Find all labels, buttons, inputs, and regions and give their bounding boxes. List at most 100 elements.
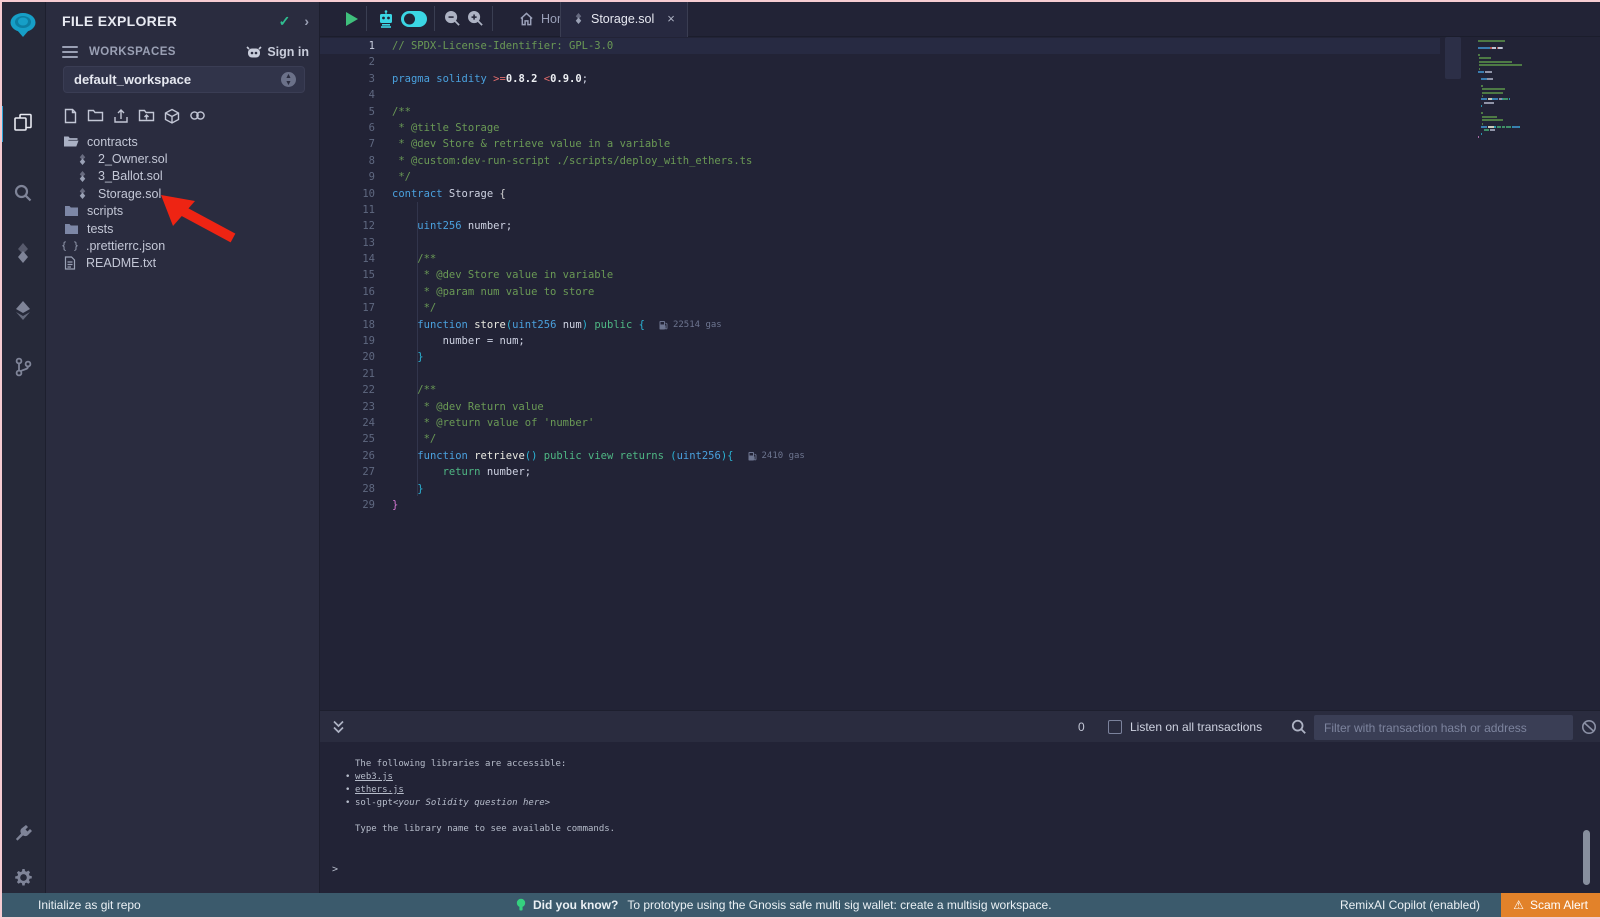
code-line-24[interactable]: 24 * @return value of 'number' xyxy=(320,415,1440,431)
tree-item-3-ballot-sol[interactable]: 3_Ballot.sol xyxy=(46,168,319,185)
code-line-2[interactable]: 2 xyxy=(320,54,1440,70)
tree-item--prettierrc-json[interactable]: { }.prettierrc.json xyxy=(46,237,319,254)
line-text: */ xyxy=(392,169,411,185)
line-text: } xyxy=(392,497,398,513)
code-line-18[interactable]: 18 function store(uint256 num) public {2… xyxy=(320,317,1440,333)
sidebar-item-search[interactable] xyxy=(0,176,46,210)
transaction-filter-input[interactable] xyxy=(1314,715,1573,740)
code-line-13[interactable]: 13 xyxy=(320,235,1440,251)
tree-item-2-owner-sol[interactable]: 2_Owner.sol xyxy=(46,150,319,167)
sidebar-item-settings[interactable] xyxy=(0,860,46,894)
file-icon xyxy=(62,256,78,270)
sidebar-item-file-explorer[interactable] xyxy=(0,106,46,140)
tab-storage-sol[interactable]: Storage.sol × xyxy=(560,0,688,37)
sign-in-label: Sign in xyxy=(267,45,309,59)
code-line-10[interactable]: 10contract Storage { xyxy=(320,186,1440,202)
listen-all-transactions-checkbox[interactable] xyxy=(1108,720,1122,734)
sidebar-item-git[interactable] xyxy=(0,350,46,384)
code-line-22[interactable]: 22 /** xyxy=(320,382,1440,398)
code-line-6[interactable]: 6 * @title Storage xyxy=(320,120,1440,136)
frame-border-left xyxy=(0,0,2,919)
code-line-28[interactable]: 28 } xyxy=(320,481,1440,497)
copilot-status[interactable]: RemixAI Copilot (enabled) xyxy=(1340,898,1480,912)
sidebar-item-plugin-manager[interactable] xyxy=(0,816,46,850)
line-number: 6 xyxy=(320,120,375,136)
code-line-23[interactable]: 23 * @dev Return value xyxy=(320,399,1440,415)
code-line-14[interactable]: 14 /** xyxy=(320,251,1440,267)
line-text: } xyxy=(392,481,424,497)
line-number: 1 xyxy=(320,38,375,54)
ai-assistant-button[interactable] xyxy=(376,0,396,37)
copilot-toggle[interactable] xyxy=(400,0,428,37)
run-script-button[interactable] xyxy=(342,0,360,37)
clear-console-button[interactable] xyxy=(1581,719,1597,740)
zoom-out-button[interactable] xyxy=(444,0,461,37)
scam-alert-button[interactable]: ⚠ Scam Alert xyxy=(1501,893,1600,917)
workspace-caret-icon: ▲▼ xyxy=(281,72,296,87)
tree-item-scripts[interactable]: scripts xyxy=(46,203,319,220)
line-text: * @custom:dev-run-script ./scripts/deplo… xyxy=(392,153,752,169)
remix-logo[interactable] xyxy=(0,8,46,42)
code-line-7[interactable]: 7 * @dev Store & retrieve value in a var… xyxy=(320,136,1440,152)
sidebar-item-deploy-run[interactable] xyxy=(0,293,46,327)
code-line-20[interactable]: 20 } xyxy=(320,349,1440,365)
zoom-in-button[interactable] xyxy=(467,0,484,37)
link-icon[interactable] xyxy=(189,108,206,126)
code-line-8[interactable]: 8 * @custom:dev-run-script ./scripts/dep… xyxy=(320,153,1440,169)
code-editor[interactable]: 1// SPDX-License-Identifier: GPL-3.023pr… xyxy=(320,37,1600,710)
terminal-scrollbar[interactable] xyxy=(1583,830,1590,885)
minimap[interactable] xyxy=(1478,40,1546,140)
terminal-collapse-button[interactable] xyxy=(332,720,345,739)
plug-icon xyxy=(13,823,33,843)
code-line-26[interactable]: 26 function retrieve() public view retur… xyxy=(320,448,1440,464)
tab-close-icon[interactable]: × xyxy=(667,11,675,26)
new-file-icon[interactable] xyxy=(63,108,78,126)
terminal-link[interactable]: web3.js xyxy=(355,771,393,784)
code-line-4[interactable]: 4 xyxy=(320,87,1440,103)
remix-logo-icon xyxy=(8,10,38,40)
zoom-in-icon xyxy=(467,10,484,27)
editor-scrollbar[interactable] xyxy=(1445,37,1461,79)
tree-item-readme-txt[interactable]: README.txt xyxy=(46,255,319,272)
github-icon xyxy=(246,46,262,59)
code-line-27[interactable]: 27 return number; xyxy=(320,464,1440,480)
code-line-17[interactable]: 17 */ xyxy=(320,300,1440,316)
workspace-select[interactable]: default_workspace ▲▼ xyxy=(63,66,305,93)
code-line-12[interactable]: 12 uint256 number; xyxy=(320,218,1440,234)
terminal-line xyxy=(320,810,615,823)
line-text: * @param num value to store xyxy=(392,284,594,300)
listen-all-transactions-label: Listen on all transactions xyxy=(1130,720,1262,734)
code-line-3[interactable]: 3pragma solidity >=0.8.2 <0.9.0; xyxy=(320,71,1440,87)
line-number: 17 xyxy=(320,300,375,316)
line-text: * @title Storage xyxy=(392,120,499,136)
cube-icon[interactable] xyxy=(164,108,180,126)
upload-file-icon[interactable] xyxy=(113,108,129,126)
panel-expand-chevron-icon[interactable]: › xyxy=(304,13,309,29)
code-line-5[interactable]: 5/** xyxy=(320,104,1440,120)
tree-item-contracts[interactable]: contracts xyxy=(46,133,319,150)
code-line-21[interactable]: 21 xyxy=(320,366,1440,382)
code-line-11[interactable]: 11 xyxy=(320,202,1440,218)
code-line-19[interactable]: 19 number = num; xyxy=(320,333,1440,349)
code-line-15[interactable]: 15 * @dev Store value in variable xyxy=(320,267,1440,283)
code-line-16[interactable]: 16 * @param num value to store xyxy=(320,284,1440,300)
tree-item-storage-sol[interactable]: Storage.sol xyxy=(46,185,319,202)
code-line-1[interactable]: 1// SPDX-License-Identifier: GPL-3.0 xyxy=(320,38,1440,54)
terminal-link[interactable]: ethers.js xyxy=(355,784,404,797)
sign-in-button[interactable]: Sign in xyxy=(246,45,309,59)
code-line-29[interactable]: 29} xyxy=(320,497,1440,513)
upload-folder-icon[interactable] xyxy=(138,108,155,126)
terminal-search-icon[interactable] xyxy=(1291,719,1307,740)
terminal-line: Type the library name to see available c… xyxy=(320,823,615,836)
tree-item-tests[interactable]: tests xyxy=(46,220,319,237)
init-git-repo-button[interactable]: Initialize as git repo xyxy=(38,898,141,912)
did-you-know-tip: Did you know? To prototype using the Gno… xyxy=(516,898,1052,913)
terminal-output[interactable]: The following libraries are accessible:•… xyxy=(320,742,1600,893)
terminal-prompt[interactable]: > xyxy=(332,864,338,875)
sidebar-item-solidity-compiler[interactable] xyxy=(0,236,46,270)
line-number: 16 xyxy=(320,284,375,300)
code-line-25[interactable]: 25 */ xyxy=(320,431,1440,447)
code-line-9[interactable]: 9 */ xyxy=(320,169,1440,185)
new-folder-icon[interactable] xyxy=(87,108,104,126)
workspaces-menu-icon[interactable] xyxy=(62,43,78,61)
